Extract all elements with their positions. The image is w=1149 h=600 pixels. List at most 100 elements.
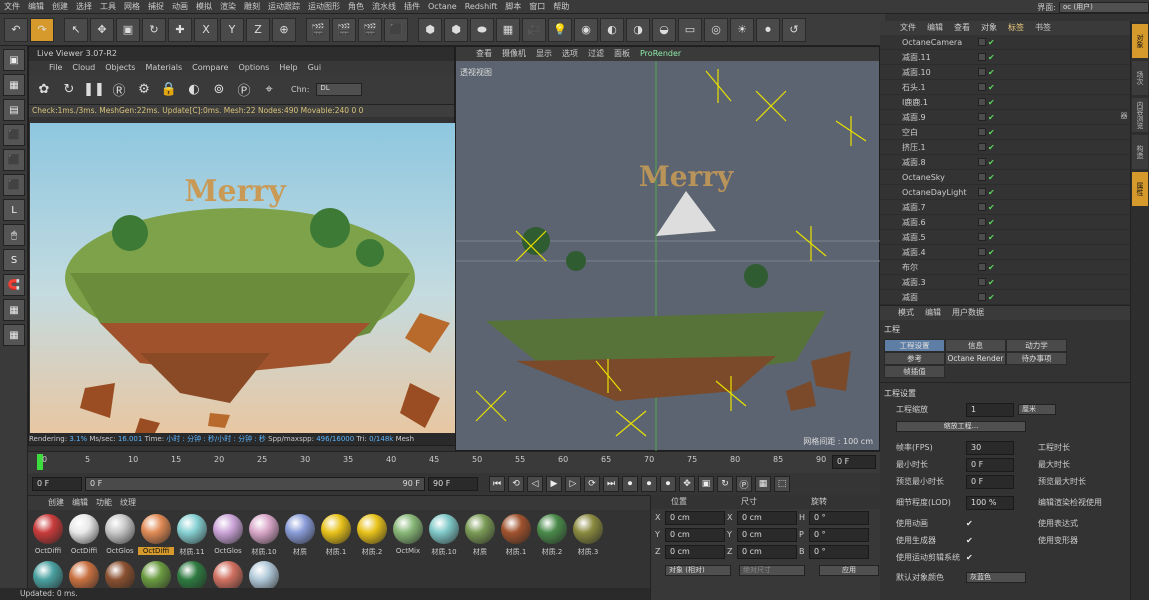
live-viewer-menu-item[interactable]: Gui <box>308 61 322 75</box>
transport-button[interactable]: ⬚ <box>774 476 790 492</box>
live-viewer-tool-icon[interactable]: ⌖ <box>260 81 278 99</box>
coord-field[interactable]: 0 ° <box>809 527 869 542</box>
visibility-toggle[interactable] <box>978 218 986 226</box>
apply-button[interactable]: 应用 <box>819 565 879 576</box>
right-tab[interactable]: 属性 <box>1132 172 1148 206</box>
menu-item[interactable]: 选择 <box>72 0 96 13</box>
menu-item[interactable]: 窗口 <box>525 0 549 13</box>
menu-item[interactable]: Redshift <box>461 0 501 13</box>
coord-field[interactable]: 0 cm <box>665 544 725 559</box>
attribute-tab[interactable]: 工程设置 <box>884 339 945 352</box>
enabled-check[interactable]: ✔ <box>988 263 995 272</box>
material-swatch[interactable]: 材质.2 <box>534 514 570 557</box>
toolbar-button[interactable]: ◑ <box>626 17 650 42</box>
transport-button[interactable]: ⟳ <box>584 476 600 492</box>
object-row[interactable]: OctaneDayLight ✔ <box>880 185 1130 200</box>
object-row[interactable]: 减面.8 ✔ <box>880 155 1130 170</box>
object-menu-item[interactable]: 标签 <box>1008 21 1024 35</box>
enabled-check[interactable]: ✔ <box>988 113 995 122</box>
gen-checkbox[interactable]: ✔ <box>966 536 1038 545</box>
material-swatch[interactable]: 材质.2 <box>354 514 390 557</box>
left-tool-button[interactable]: ▦ <box>3 74 25 96</box>
object-menu-item[interactable]: 查看 <box>954 21 970 35</box>
left-tool-button[interactable]: ▦ <box>3 299 25 321</box>
menu-item[interactable]: 模拟 <box>192 0 216 13</box>
object-row[interactable]: 减面.7 ✔ <box>880 200 1130 215</box>
menu-item[interactable]: 雕刻 <box>240 0 264 13</box>
live-viewer-tool-icon[interactable]: 🔒 <box>160 81 178 99</box>
right-tab[interactable]: 构造 <box>1132 135 1148 169</box>
live-viewer-menu-item[interactable]: Cloud <box>72 61 95 75</box>
toolbar-button[interactable]: 💡 <box>548 17 572 42</box>
enabled-check[interactable]: ✔ <box>988 233 995 242</box>
enabled-check[interactable]: ✔ <box>988 98 995 107</box>
menu-item[interactable]: 流水线 <box>368 0 400 13</box>
object-row[interactable]: 减面.10 ✔ <box>880 65 1130 80</box>
object-menu-item[interactable]: 对象 <box>981 21 997 35</box>
live-viewer-menu-item[interactable]: File <box>49 61 62 75</box>
visibility-toggle[interactable] <box>978 293 986 301</box>
visibility-toggle[interactable] <box>978 98 986 106</box>
object-row[interactable]: I鹿鹿.1 ✔ <box>880 95 1130 110</box>
object-row[interactable]: 减面.5 ✔ <box>880 230 1130 245</box>
toolbar-button[interactable]: ▭ <box>678 17 702 42</box>
menu-item[interactable]: 角色 <box>344 0 368 13</box>
visibility-toggle[interactable] <box>978 53 986 61</box>
toolbar-button[interactable]: ⬢ <box>444 17 468 42</box>
enabled-check[interactable]: ✔ <box>988 38 995 47</box>
timeline-end-field[interactable]: 0 F <box>832 455 876 469</box>
toolbar-button[interactable]: ⊕ <box>272 17 296 42</box>
visibility-toggle[interactable] <box>978 68 986 76</box>
live-viewer-tool-icon[interactable]: ◐ <box>185 81 203 99</box>
preview-min-field[interactable]: 0 F <box>966 474 1014 489</box>
start-frame[interactable]: 0 F <box>32 477 82 491</box>
toolbar-button[interactable]: ◐ <box>600 17 624 42</box>
visibility-toggle[interactable] <box>978 203 986 211</box>
enabled-check[interactable]: ✔ <box>988 173 995 182</box>
toolbar-button[interactable]: ▦ <box>496 17 520 42</box>
object-row[interactable]: 减面.6 ✔ <box>880 215 1130 230</box>
object-menu-item[interactable]: 编辑 <box>927 21 943 35</box>
transport-button[interactable]: ◁ <box>527 476 543 492</box>
transport-button[interactable]: ▦ <box>755 476 771 492</box>
object-row[interactable]: 减面.4 ✔ <box>880 245 1130 260</box>
toolbar-button[interactable]: ↺ <box>782 17 806 42</box>
visibility-toggle[interactable] <box>978 173 986 181</box>
viewport-menu-item[interactable]: ProRender <box>640 47 681 61</box>
object-row[interactable]: 石头.1 ✔ <box>880 80 1130 95</box>
toolbar-button[interactable]: ◉ <box>574 17 598 42</box>
toolbar-button[interactable]: ☀ <box>730 17 754 42</box>
enabled-check[interactable]: ✔ <box>988 278 995 287</box>
toolbar-button[interactable]: X <box>194 17 218 42</box>
material-swatch[interactable]: 材质.1 <box>498 514 534 557</box>
visibility-toggle[interactable] <box>978 248 986 256</box>
material-menu-item[interactable]: 创建 <box>48 496 64 510</box>
scale-unit-dropdown[interactable]: 厘米 <box>1018 404 1056 415</box>
attribute-tab[interactable]: 动力学 <box>1006 339 1067 352</box>
fps-field[interactable]: 30 <box>966 440 1014 455</box>
menu-item[interactable]: 网格 <box>120 0 144 13</box>
live-viewer-tool-icon[interactable]: ⊚ <box>210 81 228 99</box>
enabled-check[interactable]: ✔ <box>988 128 995 137</box>
render-preview[interactable]: Merry <box>30 123 455 433</box>
attribute-tab[interactable]: Octane Render <box>945 352 1006 365</box>
coord-field[interactable]: 0 cm <box>665 527 725 542</box>
toolbar-button[interactable]: ◎ <box>704 17 728 42</box>
menu-item[interactable]: 捕捉 <box>144 0 168 13</box>
anim-checkbox[interactable]: ✔ <box>966 519 1038 528</box>
material-swatch[interactable]: OctMix <box>390 514 426 555</box>
viewport-menu-item[interactable]: 查看 <box>476 47 492 61</box>
menu-item[interactable]: 帮助 <box>549 0 573 13</box>
menu-item[interactable]: Octane <box>424 0 461 13</box>
menu-item[interactable]: 运动跟踪 <box>264 0 304 13</box>
min-field[interactable]: 0 F <box>966 457 1014 472</box>
timeline-ruler[interactable]: 0 F 0 5 10 15 20 25 30 35 40 45 50 55 60 65 70 75 80 85 90 <box>28 451 880 473</box>
object-row[interactable]: 布尔 ✔ <box>880 260 1130 275</box>
right-tab[interactable]: 内容浏览器 <box>1120 98 1148 132</box>
coord-field[interactable]: 0 cm <box>665 510 725 525</box>
menu-item[interactable]: 脚本 <box>501 0 525 13</box>
object-row[interactable]: 空白 ✔ <box>880 125 1130 140</box>
left-tool-button[interactable]: 🧲 <box>3 274 25 296</box>
enabled-check[interactable]: ✔ <box>988 83 995 92</box>
live-viewer-tool-icon[interactable]: Ⓟ <box>235 81 253 99</box>
